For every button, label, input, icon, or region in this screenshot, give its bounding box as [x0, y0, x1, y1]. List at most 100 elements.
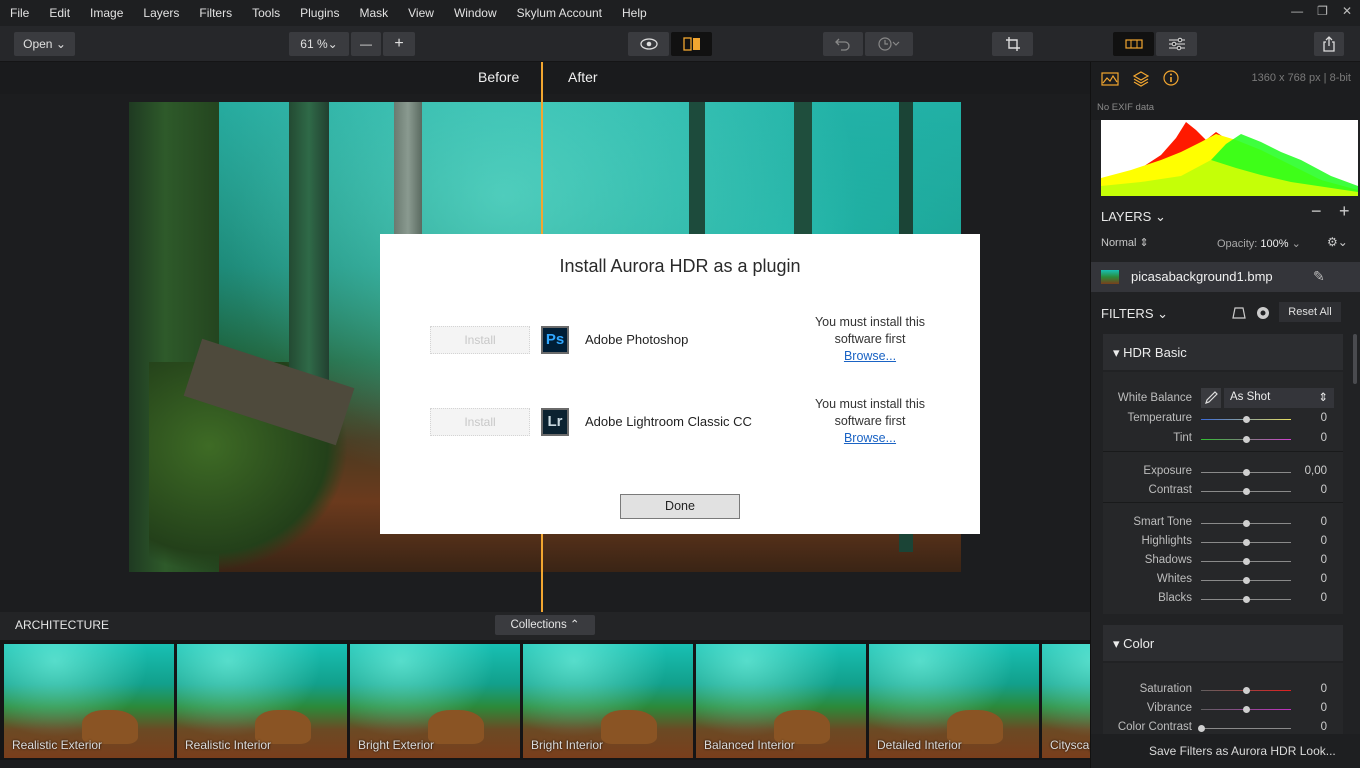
info-icon[interactable]: [1163, 70, 1179, 86]
eyedropper-icon[interactable]: [1201, 388, 1221, 408]
brush-icon[interactable]: ✎: [1313, 268, 1325, 285]
menu-item-skylum-account[interactable]: Skylum Account: [507, 6, 612, 20]
photoshop-name: Adobe Photoshop: [585, 332, 689, 347]
minimize-button[interactable]: —: [1291, 4, 1303, 18]
preview-eye-button[interactable]: [628, 32, 669, 56]
remove-layer-button[interactable]: −: [1311, 201, 1322, 222]
slider-knob[interactable]: [1243, 520, 1250, 527]
slider-value: 0: [1320, 432, 1327, 444]
slider-value: 0: [1320, 535, 1327, 547]
menu-bar: File Edit Image Layers Filters Tools Plugins Ma…: [0, 0, 1360, 26]
hdr-basic-title: HDR Basic: [1123, 345, 1187, 360]
collections-button[interactable]: Collections ⌃: [495, 615, 595, 635]
menu-item-layers[interactable]: Layers: [133, 6, 189, 20]
menu-item-edit[interactable]: Edit: [39, 6, 80, 20]
slider-label: Exposure: [1143, 465, 1192, 477]
lightroom-name: Adobe Lightroom Classic CC: [585, 414, 752, 429]
install-lightroom-button[interactable]: Install: [430, 408, 530, 436]
look-name: Balanced Interior: [704, 738, 795, 752]
look-thumbnail[interactable]: Realistic Exterior: [4, 644, 174, 758]
layer-settings-gear-icon[interactable]: ⚙⌄: [1327, 235, 1348, 249]
blend-mode-dropdown[interactable]: Normal ⇕: [1101, 236, 1149, 249]
slider-knob[interactable]: [1243, 539, 1250, 546]
restore-button[interactable]: ❐: [1317, 4, 1328, 18]
filters-scrollbar[interactable]: [1353, 334, 1357, 384]
look-thumbnail[interactable]: Realistic Interior: [177, 644, 347, 758]
split-view-icon: [682, 37, 700, 51]
menu-item-plugins[interactable]: Plugins: [290, 6, 349, 20]
filter-catalog-icon[interactable]: [1256, 306, 1270, 320]
slider-knob[interactable]: [1243, 436, 1250, 443]
blend-mode-value: Normal: [1101, 237, 1137, 249]
layer-row[interactable]: picasabackground1.bmp ✎: [1091, 262, 1360, 292]
filters-header: FILTERS ⌄ Reset All: [1091, 294, 1360, 332]
open-button[interactable]: Open ⌄: [14, 32, 75, 56]
browse-photoshop-link[interactable]: Browse...: [800, 348, 940, 365]
reset-all-button[interactable]: Reset All: [1279, 302, 1341, 322]
menu-item-window[interactable]: Window: [444, 6, 507, 20]
menu-item-image[interactable]: Image: [80, 6, 133, 20]
slider-value: 0: [1320, 702, 1327, 714]
after-label: After: [568, 69, 598, 85]
install-photoshop-button[interactable]: Install: [430, 326, 530, 354]
menu-item-file[interactable]: File: [0, 6, 39, 20]
white-balance-label: White Balance: [1117, 392, 1192, 404]
menu-list: File Edit Image Layers Filters Tools Plugins Ma…: [0, 6, 657, 20]
export-button[interactable]: [1314, 32, 1344, 56]
layers-icon[interactable]: [1132, 70, 1150, 88]
look-thumbnail[interactable]: Detailed Interior: [869, 644, 1039, 758]
hdr-basic-header[interactable]: ▾ HDR Basic: [1103, 334, 1343, 370]
before-label: Before: [478, 69, 520, 85]
zoom-dropdown[interactable]: 61 %⌄: [289, 32, 349, 56]
slider-knob[interactable]: [1243, 687, 1250, 694]
slider-knob[interactable]: [1198, 725, 1205, 732]
white-balance-value: As Shot: [1230, 391, 1271, 403]
undo-button[interactable]: [823, 32, 863, 56]
histogram-graph: [1101, 122, 1358, 196]
browse-lightroom-link[interactable]: Browse...: [800, 430, 940, 447]
slider-knob[interactable]: [1243, 488, 1250, 495]
compare-split-button[interactable]: [671, 32, 712, 56]
slider-knob[interactable]: [1243, 596, 1250, 603]
look-thumbnail[interactable]: Bright Exterior: [350, 644, 520, 758]
close-button[interactable]: ✕: [1342, 4, 1352, 18]
zoom-out-button[interactable]: —: [351, 32, 381, 56]
menu-item-tools[interactable]: Tools: [242, 6, 290, 20]
menu-item-view[interactable]: View: [398, 6, 444, 20]
crop-button[interactable]: [992, 32, 1033, 56]
mask-transform-icon[interactable]: [1232, 306, 1246, 320]
adjustments-button[interactable]: [1156, 32, 1197, 56]
filters-title[interactable]: FILTERS ⌄: [1101, 306, 1168, 322]
slider-knob[interactable]: [1243, 706, 1250, 713]
done-button[interactable]: Done: [620, 494, 740, 519]
zoom-in-button[interactable]: +: [383, 32, 415, 56]
lightroom-icon: Lr: [541, 408, 569, 436]
layers-title[interactable]: LAYERS ⌄: [1101, 209, 1166, 225]
menu-item-filters[interactable]: Filters: [189, 6, 242, 20]
install-plugin-dialog: Install Aurora HDR as a plugin Install P…: [380, 234, 980, 534]
slider-knob[interactable]: [1243, 469, 1250, 476]
opacity-control[interactable]: Opacity: 100% ⌄: [1217, 237, 1301, 250]
save-look-button[interactable]: Save Filters as Aurora HDR Look...: [1149, 744, 1336, 758]
history-button[interactable]: [865, 32, 913, 56]
menu-item-help[interactable]: Help: [612, 6, 657, 20]
white-balance-dropdown[interactable]: As Shot ⇕: [1224, 388, 1334, 408]
color-header[interactable]: ▾ Color: [1103, 625, 1343, 661]
look-thumbnail[interactable]: Balanced Interior: [696, 644, 866, 758]
layer-thumbnail: [1101, 270, 1119, 284]
look-thumbnail[interactable]: Bright Interior: [523, 644, 693, 758]
histogram-icon[interactable]: [1101, 72, 1119, 86]
tree-trunk: [289, 102, 329, 402]
bear-figure: [601, 710, 657, 744]
menu-item-mask[interactable]: Mask: [349, 6, 398, 20]
photoshop-requirement: You must install this software first Bro…: [800, 314, 940, 365]
slider-label: Temperature: [1127, 412, 1192, 424]
looks-button[interactable]: [1113, 32, 1154, 56]
add-layer-button[interactable]: +: [1339, 201, 1350, 222]
slider-knob[interactable]: [1243, 416, 1250, 423]
slider-knob[interactable]: [1243, 558, 1250, 565]
slider-value: 0: [1320, 683, 1327, 695]
slider-value: 0: [1320, 573, 1327, 585]
slider-knob[interactable]: [1243, 577, 1250, 584]
look-thumbnail[interactable]: Cityscape: [1042, 644, 1090, 758]
